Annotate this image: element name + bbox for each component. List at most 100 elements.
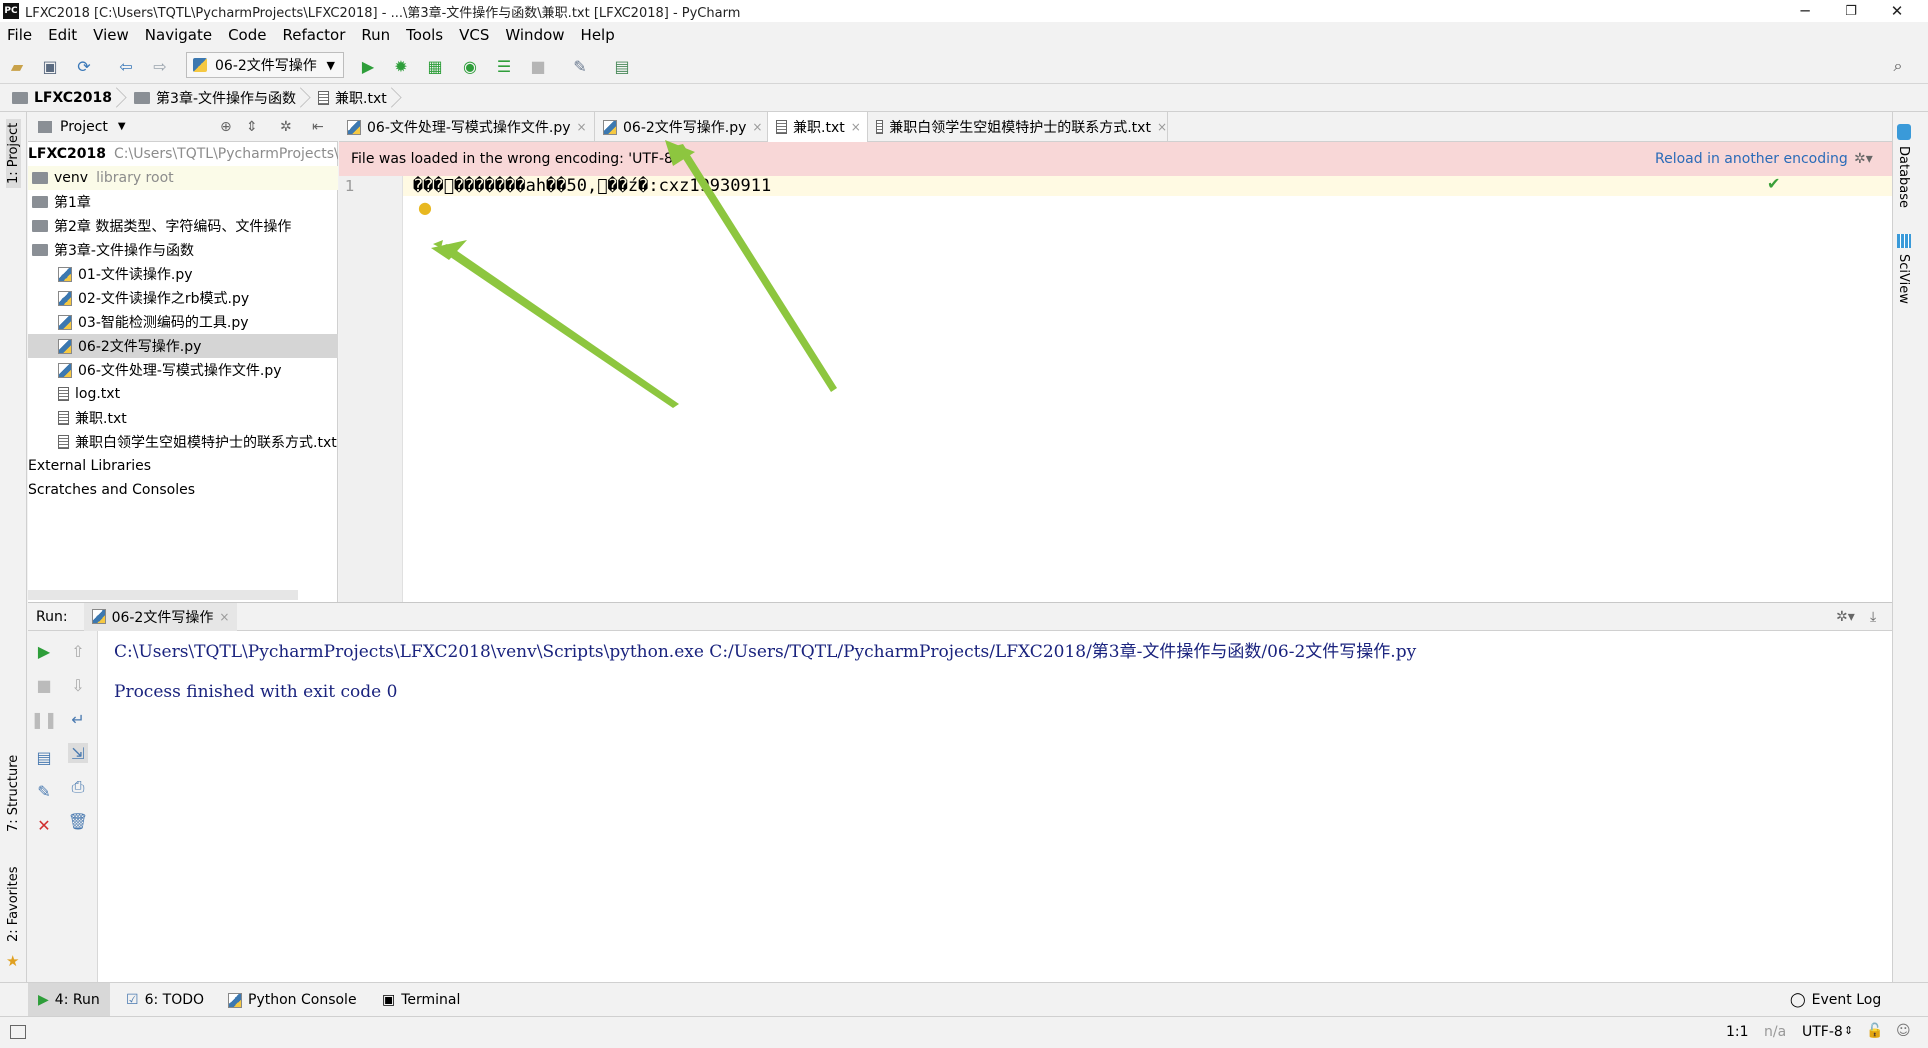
forward-icon[interactable]: ⇨ xyxy=(150,56,170,76)
close-tab-icon[interactable]: × xyxy=(577,120,587,134)
run-tool-tab[interactable]: ▶ 4: Run xyxy=(28,983,110,1017)
caret-position[interactable]: 1:1 xyxy=(1726,1024,1749,1040)
tree-item[interactable]: 06-文件处理-写模式操作文件.py xyxy=(28,358,338,382)
menu-tools[interactable]: Tools xyxy=(398,26,451,44)
breadcrumb-project[interactable]: LFXC2018 xyxy=(0,84,122,112)
minimize-button[interactable]: ─ xyxy=(1782,0,1828,22)
run-icon[interactable]: ▶ xyxy=(358,56,378,76)
stop-icon[interactable]: ■ xyxy=(528,56,548,76)
close-tab-icon[interactable]: × xyxy=(1157,120,1167,134)
todo-tool-tab[interactable]: ☑ 6: TODO xyxy=(126,983,204,1017)
todo-icon: ☑ xyxy=(126,992,139,1008)
tree-item[interactable]: 第1章 xyxy=(28,190,338,214)
sync-icon[interactable]: ⟳ xyxy=(74,56,94,76)
profile-icon[interactable]: ◉ xyxy=(460,56,480,76)
arrow-up-icon[interactable]: ⇧ xyxy=(68,641,88,661)
debug-icon[interactable]: ✹ xyxy=(391,56,411,76)
rerun-icon[interactable]: ▶ xyxy=(34,641,54,661)
print-icon[interactable]: ⎙ xyxy=(68,777,88,797)
favorites-tool-tab[interactable]: 2: Favorites xyxy=(6,866,21,942)
menu-window[interactable]: Window xyxy=(497,26,572,44)
menu-view[interactable]: View xyxy=(85,26,137,44)
scroll-to-end-icon[interactable]: ⇲ xyxy=(68,743,88,763)
hide-panel-icon[interactable]: ⤓ xyxy=(1870,609,1876,625)
tree-item[interactable]: 02-文件读操作之rb模式.py xyxy=(28,286,338,310)
layout-icon[interactable]: ▤ xyxy=(34,747,54,767)
run-config-select[interactable]: 06-2文件写操作 ▼ xyxy=(186,52,344,78)
save-icon[interactable]: ▣ xyxy=(40,56,60,76)
menu-edit[interactable]: Edit xyxy=(40,26,85,44)
structure-tool-icon[interactable]: ▤ xyxy=(612,56,632,76)
file-encoding[interactable]: UTF-8 xyxy=(1802,1024,1843,1040)
sciview-tool-tab[interactable]: SciView xyxy=(1896,254,1911,304)
console-exit-message: Process finished with exit code 0 xyxy=(114,682,398,702)
tree-item[interactable]: 第2章 数据类型、字符编码、文件操作 xyxy=(28,214,338,238)
tree-item[interactable]: 06-2文件写操作.py xyxy=(28,334,338,358)
pin-icon[interactable]: ✎ xyxy=(34,781,54,801)
tree-venv[interactable]: venv library root xyxy=(28,166,338,190)
chevron-down-icon[interactable]: ▼ xyxy=(118,121,126,132)
tree-item-label: 02-文件读操作之rb模式.py xyxy=(78,291,250,307)
tree-external-libraries[interactable]: External Libraries xyxy=(28,454,338,478)
locate-icon[interactable]: ⊕ xyxy=(220,119,232,135)
tree-item[interactable]: log.txt xyxy=(28,382,338,406)
trash-icon[interactable]: 🗑 xyxy=(68,811,88,831)
text-file-icon xyxy=(58,387,69,401)
database-tool-tab[interactable]: Database xyxy=(1896,146,1911,208)
close-tab-icon[interactable]: × xyxy=(752,120,762,134)
pause-icon[interactable]: ❚❚ xyxy=(31,709,58,729)
settings-wrench-icon[interactable]: ✎ xyxy=(570,56,590,76)
project-view-label[interactable]: Project xyxy=(60,119,108,135)
console-output[interactable]: C:\Users\TQTL\PycharmProjects\LFXC2018\v… xyxy=(114,631,1416,702)
concurrency-icon[interactable]: ☰ xyxy=(494,56,514,76)
close-tab-icon[interactable]: × xyxy=(219,610,229,624)
tree-item[interactable]: 兼职白领学生空姐模特护士的联系方式.txt xyxy=(28,430,338,454)
restore-button[interactable]: ❐ xyxy=(1828,0,1874,22)
project-tool-tab[interactable]: 1: Project xyxy=(6,118,21,188)
horizontal-scrollbar[interactable] xyxy=(28,590,298,600)
tree-item[interactable]: 第3章-文件操作与函数 xyxy=(28,238,338,262)
lock-icon[interactable]: 🔓 xyxy=(1866,1023,1883,1039)
gear-icon[interactable]: ✲ xyxy=(280,119,292,135)
menu-navigate[interactable]: Navigate xyxy=(137,26,220,44)
stop-icon[interactable]: ■ xyxy=(34,675,54,695)
close-button[interactable]: ✕ xyxy=(1874,0,1920,22)
tree-item[interactable]: 01-文件读操作.py xyxy=(28,262,338,286)
collapse-icon[interactable]: ⇕ xyxy=(246,119,258,135)
menu-vcs[interactable]: VCS xyxy=(451,26,497,44)
structure-tool-tab[interactable]: 7: Structure xyxy=(6,755,21,832)
menu-help[interactable]: Help xyxy=(573,26,623,44)
breadcrumb-folder[interactable]: 第3章-文件操作与函数 xyxy=(122,84,306,112)
tree-item[interactable]: 03-智能检测编码的工具.py xyxy=(28,310,338,334)
line-separator[interactable]: n/a xyxy=(1764,1024,1786,1040)
tree-scratches[interactable]: Scratches and Consoles xyxy=(28,478,338,502)
close-icon[interactable]: ✕ xyxy=(34,815,54,835)
soft-wrap-icon[interactable]: ↵ xyxy=(68,709,88,729)
arrow-down-icon[interactable]: ⇩ xyxy=(68,675,88,695)
hide-icon[interactable]: ⇤ xyxy=(312,119,324,135)
reload-encoding-link[interactable]: Reload in another encoding xyxy=(1655,151,1848,167)
python-console-tool-tab[interactable]: Python Console xyxy=(228,983,357,1017)
tool-windows-icon[interactable] xyxy=(10,1025,26,1039)
breadcrumb-file[interactable]: 兼职.txt xyxy=(306,84,397,112)
run-tab[interactable]: 06-2文件写操作 × xyxy=(83,602,238,631)
open-folder-icon[interactable]: ▰ xyxy=(7,56,27,76)
back-icon[interactable]: ⇦ xyxy=(116,56,136,76)
gear-icon[interactable]: ✲▾ xyxy=(1854,151,1873,167)
editor[interactable]: 1 ��� �������ah��50, ��ź�:cxz19930911 ● … xyxy=(339,140,1892,602)
terminal-tool-tab[interactable]: ▣ Terminal xyxy=(382,983,460,1017)
inspector-icon[interactable]: ☺ xyxy=(1896,1023,1911,1039)
event-log-tool-tab[interactable]: ◯ Event Log xyxy=(1790,983,1881,1017)
menu-refactor[interactable]: Refactor xyxy=(274,26,353,44)
tree-item[interactable]: 兼职.txt xyxy=(28,406,338,430)
menu-file[interactable]: File xyxy=(0,26,40,44)
search-icon[interactable]: ⌕ xyxy=(1888,56,1908,76)
tab-contacts-txt[interactable]: 兼职白领学生空姐模特护士的联系方式.txt × xyxy=(868,112,1168,142)
menu-run[interactable]: Run xyxy=(353,26,398,44)
event-log-icon: ◯ xyxy=(1790,992,1806,1008)
menu-code[interactable]: Code xyxy=(220,26,274,44)
close-tab-icon[interactable]: × xyxy=(851,120,861,134)
tree-root[interactable]: LFXC2018 C:\Users\TQTL\PycharmProjects\L… xyxy=(28,142,338,166)
coverage-icon[interactable]: ▦ xyxy=(425,56,445,76)
gear-icon[interactable]: ✲▾ xyxy=(1836,609,1855,625)
